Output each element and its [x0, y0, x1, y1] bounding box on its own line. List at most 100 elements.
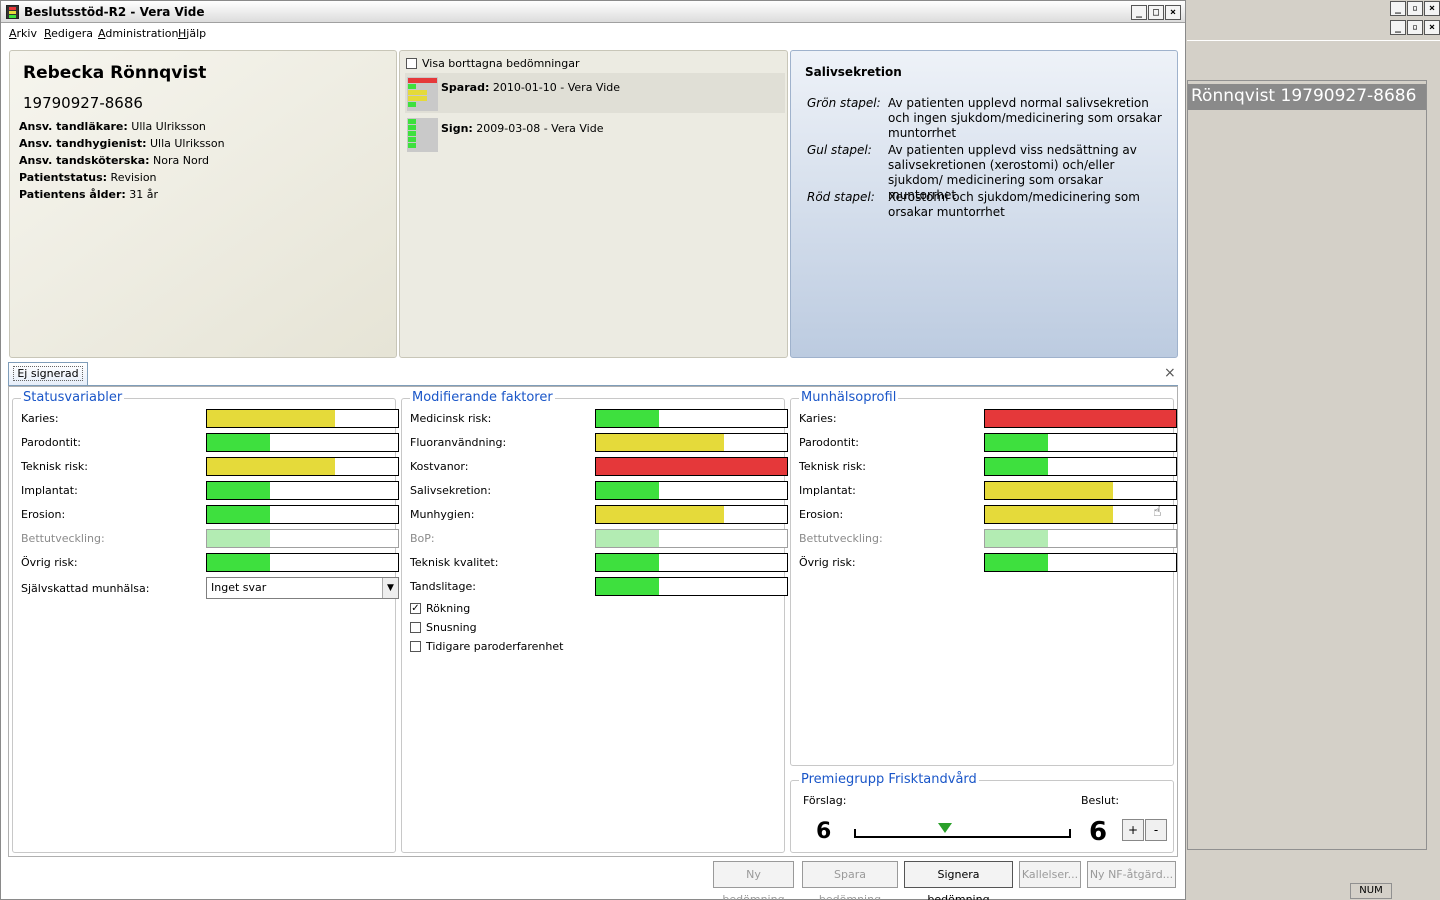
risk-bar-fill [207, 482, 271, 499]
risk-bar-fill [596, 530, 660, 547]
slider-tick-left [854, 829, 856, 838]
risk-bar[interactable] [595, 433, 788, 452]
bg-minimize-button[interactable]: _ [1390, 1, 1406, 16]
variable-label: Övrig risk: [799, 556, 856, 569]
tab-ej-signerad[interactable]: Ej signerad [8, 362, 88, 386]
variable-label: Teknisk kvalitet: [410, 556, 499, 569]
risk-bar[interactable] [984, 481, 1177, 500]
risk-bar[interactable] [206, 433, 399, 452]
menu-hjalp[interactable]: Hjälp [178, 27, 206, 40]
premium-group: Premiegrupp Frisktandvård Förslag: Beslu… [790, 772, 1174, 853]
new-nf-action-button[interactable]: Ny NF-åtgärd... [1087, 861, 1176, 888]
risk-bar-fill [985, 482, 1113, 499]
self-rated-dropdown[interactable]: Inget svar ▼ [206, 577, 399, 599]
menu-arkiv[interactable]: Arkiv [9, 27, 37, 40]
risk-bar[interactable] [984, 433, 1177, 452]
info-label: Ansv. tandläkare: [19, 120, 128, 133]
risk-bar[interactable] [206, 457, 399, 476]
risk-bar[interactable] [984, 457, 1177, 476]
sign-assessment-button[interactable]: Signera bedömning [904, 861, 1013, 900]
bg-patient-title: Rönnqvist 19790927-8686 [1188, 84, 1426, 110]
new-assessment-button[interactable]: Ny bedömning [713, 861, 794, 900]
risk-bar[interactable] [984, 409, 1177, 428]
checkbox-box[interactable] [410, 641, 421, 652]
risk-bar-fill [985, 506, 1113, 523]
bg-close-button[interactable]: × [1424, 1, 1440, 16]
risk-bar-fill [207, 506, 271, 523]
checkbox-snusning[interactable]: Snusning [410, 620, 610, 636]
show-deleted-checkbox[interactable]: Visa borttagna bedömningar [406, 56, 606, 72]
decision-value: 6 [1089, 817, 1108, 847]
info-value: Ulla Ulriksson [149, 137, 225, 150]
group-title: Premiegrupp Frisktandvård [799, 772, 979, 788]
menu-administration[interactable]: Administration [98, 27, 179, 40]
close-button[interactable]: × [1165, 5, 1181, 20]
mini-chart-icon [407, 118, 438, 152]
checkbox-label: Visa borttagna bedömningar [422, 57, 580, 70]
tab-strip: Ej signerad × [0, 360, 1186, 386]
dropdown-value: Inget svar [211, 581, 267, 594]
risk-bar[interactable] [595, 577, 788, 596]
variable-row: Övrig risk: [799, 553, 1177, 573]
bg-minimize-button-2[interactable]: _ [1390, 20, 1406, 35]
variable-row: Fluoranvändning: [410, 433, 788, 453]
checkbox-box-checked[interactable]: ✓ [410, 603, 421, 614]
checkbox-box[interactable] [406, 58, 417, 69]
risk-bar[interactable] [206, 481, 399, 500]
slider-marker-icon[interactable] [938, 823, 952, 833]
group-title: Statusvariabler [21, 390, 125, 406]
increase-button[interactable]: + [1122, 819, 1144, 841]
risk-bar[interactable] [595, 553, 788, 572]
risk-bar[interactable] [206, 409, 399, 428]
decrease-button[interactable]: - [1145, 819, 1167, 841]
bg-restore-button[interactable]: ▫ [1407, 1, 1423, 16]
risk-bar[interactable] [595, 409, 788, 428]
risk-bar[interactable] [984, 505, 1177, 524]
info-row: Patientstatus: Revision [19, 171, 157, 184]
patient-info-panel: Rebecka Rönnqvist 19790927-8686 Ansv. ta… [9, 50, 397, 358]
risk-bar[interactable] [206, 553, 399, 572]
maximize-button[interactable]: □ [1148, 5, 1164, 20]
modifying-factors-group: Modifierande faktorer Medicinsk risk: Flu… [401, 390, 788, 853]
risk-bar[interactable] [595, 481, 788, 500]
history-item[interactable]: Sign: 2009-03-08 - Vera Vide [405, 114, 785, 154]
variable-label: Tandslitage: [410, 580, 476, 593]
slider-tick-right [1069, 829, 1071, 838]
risk-bar-fill [207, 530, 271, 547]
checkbox-rokning[interactable]: ✓ Rökning [410, 601, 610, 617]
risk-bar[interactable] [984, 529, 1177, 548]
risk-bar[interactable] [984, 553, 1177, 572]
minimize-button[interactable]: _ [1131, 5, 1147, 20]
history-status: Sparad: [441, 81, 490, 94]
chevron-down-icon[interactable]: ▼ [382, 578, 398, 598]
risk-bar[interactable] [206, 529, 399, 548]
checkbox-paroderfarenhet[interactable]: Tidigare paroderfarenhet [410, 639, 610, 655]
risk-bar-fill [985, 530, 1049, 547]
risk-bar[interactable] [595, 505, 788, 524]
variable-row: BoP: [410, 529, 788, 549]
risk-bar[interactable] [595, 457, 788, 476]
risk-bar[interactable] [595, 529, 788, 548]
save-assessment-button[interactable]: Spara bedömning [802, 861, 898, 900]
notices-button[interactable]: Kallelser... [1019, 861, 1081, 888]
risk-bar[interactable] [206, 505, 399, 524]
history-item[interactable]: Sparad: 2010-01-10 - Vera Vide [405, 73, 785, 113]
info-row: Ansv. tandsköterska: Nora Nord [19, 154, 209, 167]
variable-label: Kostvanor: [410, 460, 469, 473]
num-lock-indicator: NUM [1350, 883, 1392, 899]
variable-row: Tandslitage: [410, 577, 788, 597]
close-tab-icon[interactable]: × [1164, 365, 1176, 381]
slider-track[interactable] [854, 836, 1071, 838]
variable-label: Medicinsk risk: [410, 412, 492, 425]
menu-redigera[interactable]: Redigera [44, 27, 93, 40]
info-label: Ansv. tandhygienist: [19, 137, 147, 150]
risk-bar-fill [985, 458, 1049, 475]
bg-close-button-2[interactable]: × [1424, 20, 1440, 35]
assessment-history-panel: Visa borttagna bedömningar Sparad: 2010-… [399, 50, 788, 358]
checkbox-box[interactable] [410, 622, 421, 633]
variable-label: Bettutveckling: [21, 532, 105, 545]
self-rated-row: Självskattad munhälsa: Inget svar ▼ [21, 577, 399, 599]
desc-text-green: Av patienten upplevd normal salivsekreti… [888, 96, 1162, 140]
info-row: Ansv. tandläkare: Ulla Ulriksson [19, 120, 206, 133]
bg-restore-button-2[interactable]: ▫ [1407, 20, 1423, 35]
